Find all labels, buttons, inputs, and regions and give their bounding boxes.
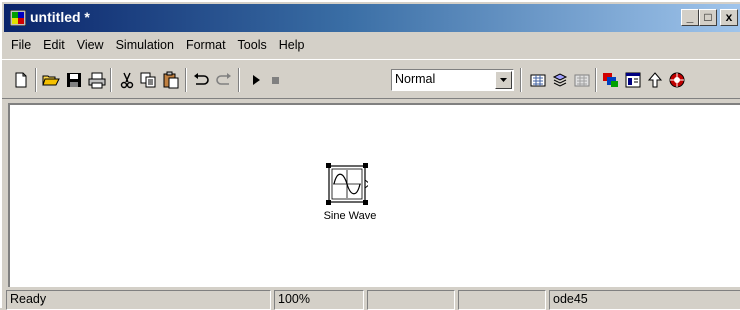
menu-file[interactable]: File (6, 34, 38, 58)
toolbar-separator (238, 68, 240, 92)
model-explorer-icon[interactable] (624, 71, 642, 89)
selection-handle[interactable] (363, 163, 368, 168)
status-bar: Ready 100% ode45 (2, 289, 740, 310)
debug-icon[interactable] (668, 71, 686, 89)
menu-edit[interactable]: Edit (38, 34, 72, 58)
toolbar-separator (520, 68, 522, 92)
menu-simulation[interactable]: Simulation (111, 34, 181, 58)
cut-scissors-icon[interactable] (118, 71, 136, 89)
toolbar-separator (595, 68, 597, 92)
simulink-model-window: untitled * _ □ x File Edit View Simulati… (0, 0, 740, 310)
title-bar[interactable]: untitled * _ □ x (4, 4, 740, 32)
maximize-button[interactable]: □ (699, 9, 717, 26)
menu-format[interactable]: Format (181, 34, 233, 58)
simulation-mode-select[interactable]: Normal (391, 69, 514, 91)
selection-handle[interactable] (326, 163, 331, 168)
redo-icon[interactable] (215, 71, 233, 89)
toolbar: Normal (2, 59, 740, 99)
toolbar-separator (185, 68, 187, 92)
menu-bar: File Edit View Simulation Format Tools H… (6, 34, 311, 58)
sine-wave-icon (326, 163, 371, 205)
model-canvas[interactable]: Sine Wave (8, 103, 740, 287)
status-panel-3 (367, 290, 455, 310)
simulation-mode-value: Normal (395, 72, 436, 86)
print-icon[interactable] (88, 71, 106, 89)
chevron-down-icon (500, 78, 507, 82)
update-diagram-icon[interactable] (551, 71, 569, 89)
paste-clipboard-icon[interactable] (162, 71, 180, 89)
menu-tools[interactable]: Tools (233, 34, 274, 58)
start-simulation-icon[interactable] (247, 71, 265, 89)
simulink-app-icon[interactable] (10, 10, 26, 26)
copy-icon[interactable] (139, 71, 157, 89)
undo-icon[interactable] (192, 71, 210, 89)
selection-handle[interactable] (363, 200, 368, 205)
stop-simulation-icon[interactable] (266, 71, 284, 89)
new-model-icon[interactable] (12, 71, 30, 89)
sine-wave-block[interactable] (326, 163, 371, 205)
status-text: Ready (6, 290, 271, 310)
build-subsystem-icon[interactable] (573, 71, 591, 89)
minimize-button[interactable]: _ (681, 9, 699, 26)
block-label[interactable]: Sine Wave (310, 210, 390, 222)
open-folder-icon[interactable] (42, 71, 60, 89)
go-to-parent-icon[interactable] (646, 71, 664, 89)
library-browser-icon[interactable] (602, 71, 620, 89)
toolbar-separator (35, 68, 37, 92)
selection-handle[interactable] (326, 200, 331, 205)
close-button[interactable]: x (720, 9, 738, 26)
save-disk-icon[interactable] (65, 71, 83, 89)
solver-name: ode45 (549, 290, 740, 310)
build-icon[interactable] (529, 71, 547, 89)
menu-help[interactable]: Help (274, 34, 312, 58)
menu-view[interactable]: View (72, 34, 111, 58)
zoom-level: 100% (274, 290, 364, 310)
window-title: untitled * (30, 9, 90, 25)
toolbar-separator (110, 68, 112, 92)
status-panel-4 (458, 290, 546, 310)
dropdown-arrow-button[interactable] (495, 71, 512, 89)
